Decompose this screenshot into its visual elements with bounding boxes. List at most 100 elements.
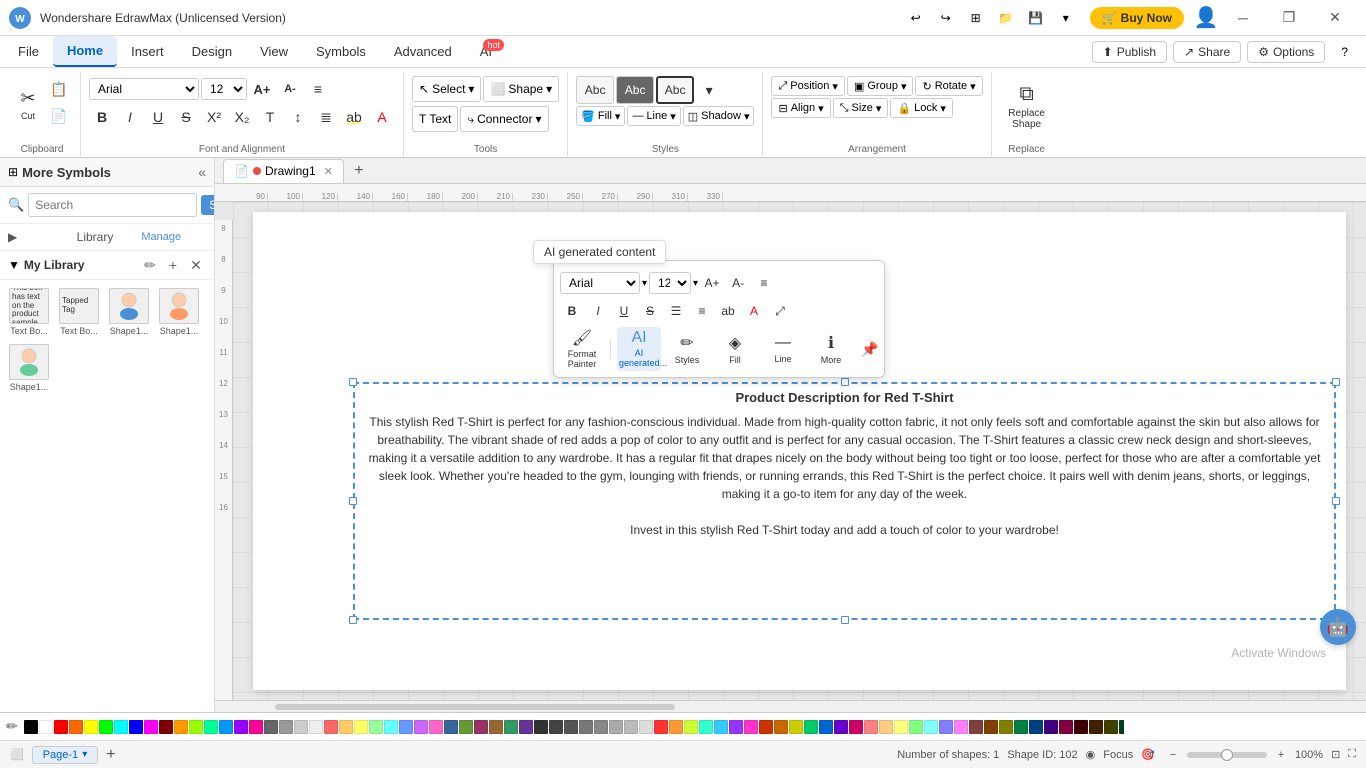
resize-handle-mr[interactable]: [1332, 497, 1340, 505]
color-swatch[interactable]: [1074, 720, 1088, 734]
color-swatch[interactable]: [189, 720, 203, 734]
color-swatch[interactable]: [369, 720, 383, 734]
buy-now-button[interactable]: 🛒 Buy Now: [1090, 7, 1184, 29]
ft-color-btn[interactable]: A: [742, 299, 766, 323]
page-tab-dropdown[interactable]: ▾: [82, 749, 87, 760]
color-swatch[interactable]: [549, 720, 563, 734]
ft-highlight-btn[interactable]: ab: [716, 299, 740, 323]
color-swatch[interactable]: [564, 720, 578, 734]
color-swatch[interactable]: [774, 720, 788, 734]
manage-link[interactable]: Manage: [141, 231, 206, 243]
color-swatch[interactable]: [984, 720, 998, 734]
color-swatch[interactable]: [939, 720, 953, 734]
resize-handle-ml[interactable]: [349, 497, 357, 505]
color-swatch[interactable]: [399, 720, 413, 734]
color-swatch[interactable]: [54, 720, 68, 734]
styles-expand-btn[interactable]: ▾: [696, 77, 722, 103]
shadow-dropdown[interactable]: ◫ Shadow ▾: [683, 106, 755, 126]
list-item[interactable]: This box has text on the product sample …: [6, 286, 52, 338]
new-btn[interactable]: ⊞: [962, 4, 990, 32]
ft-styles-btn[interactable]: ✏ Styles: [665, 327, 709, 371]
redo-btn[interactable]: ↪: [932, 4, 960, 32]
select-dropdown[interactable]: ↖ Select ▾: [412, 76, 481, 102]
close-button[interactable]: ✕: [1312, 2, 1358, 34]
color-swatch[interactable]: [264, 720, 278, 734]
share-button[interactable]: ↗ Share: [1173, 41, 1241, 63]
menu-advanced[interactable]: Advanced: [380, 36, 466, 67]
color-swatch[interactable]: [594, 720, 608, 734]
rotate-dropdown[interactable]: ↻ Rotate ▾: [915, 76, 982, 96]
style-chip-2[interactable]: Abc: [616, 76, 654, 104]
canvas-textbox-container[interactable]: Product Description for Red T-Shirt This…: [353, 382, 1336, 620]
copy-button[interactable]: 📄: [46, 103, 72, 129]
color-swatch[interactable]: [954, 720, 968, 734]
my-library-close-btn[interactable]: ✕: [186, 255, 206, 275]
color-swatch[interactable]: [729, 720, 743, 734]
ft-more-btn[interactable]: ℹ More: [809, 327, 853, 371]
color-swatch[interactable]: [519, 720, 533, 734]
search-button[interactable]: Search: [201, 195, 215, 215]
color-swatch[interactable]: [294, 720, 308, 734]
resize-handle-bc[interactable]: [841, 616, 849, 624]
color-swatch[interactable]: [249, 720, 263, 734]
font-family-select[interactable]: Arial: [89, 78, 199, 100]
line-spacing-btn[interactable]: ↕: [285, 104, 311, 130]
connector-dropdown[interactable]: ⤷ Connector ▾: [460, 106, 548, 132]
style-chip-3[interactable]: Abc: [656, 76, 694, 104]
color-swatch[interactable]: [789, 720, 803, 734]
ft-bullets-btn[interactable]: ☰: [664, 299, 688, 323]
color-swatch[interactable]: [279, 720, 293, 734]
list-item[interactable]: Shape1...: [6, 342, 52, 394]
canvas-page[interactable]: AI generated content Arial ▾ 12: [253, 212, 1346, 690]
color-swatch[interactable]: [819, 720, 833, 734]
tab-close-icon[interactable]: ✕: [324, 165, 333, 178]
color-swatch[interactable]: [429, 720, 443, 734]
color-swatch[interactable]: [144, 720, 158, 734]
italic-btn[interactable]: I: [117, 104, 143, 130]
paste-button[interactable]: 📋: [46, 76, 72, 102]
menu-ai[interactable]: AI hot: [466, 36, 506, 67]
text-btn[interactable]: T Text: [412, 106, 458, 132]
underline-btn[interactable]: U: [145, 104, 171, 130]
superscript-btn[interactable]: X²: [201, 104, 227, 130]
align-dropdown[interactable]: ⊟ Align ▾: [771, 98, 830, 118]
page-tab-1[interactable]: Page-1 ▾: [32, 746, 99, 764]
ft-pin-icon[interactable]: 📌: [861, 341, 878, 358]
menu-view[interactable]: View: [246, 36, 302, 67]
ft-format-painter-btn[interactable]: 🖌 Format Painter: [560, 327, 604, 371]
menu-home[interactable]: Home: [53, 36, 117, 67]
fill-dropdown[interactable]: 🪣 Fill ▾: [576, 106, 625, 126]
restore-button[interactable]: ❐: [1266, 2, 1312, 34]
color-swatch[interactable]: [114, 720, 128, 734]
menu-file[interactable]: File: [4, 36, 53, 67]
color-swatch[interactable]: [579, 720, 593, 734]
color-swatch[interactable]: [654, 720, 668, 734]
color-picker-icon[interactable]: ✏: [6, 718, 18, 735]
ft-align-btn[interactable]: ≡: [752, 271, 776, 295]
ft-bold-btn[interactable]: B: [560, 299, 584, 323]
color-swatch[interactable]: [474, 720, 488, 734]
canvas-scroll[interactable]: 8 8 9 10 11 12 13 14 15 16: [215, 202, 1366, 700]
replace-shape-button[interactable]: ⧉ Replace Shape: [1000, 76, 1054, 136]
zoom-slider-thumb[interactable]: [1221, 749, 1233, 761]
decrease-font-btn[interactable]: A-: [277, 76, 303, 102]
color-swatch[interactable]: [204, 720, 218, 734]
ft-italic-btn[interactable]: I: [586, 299, 610, 323]
lock-dropdown[interactable]: 🔒 Lock ▾: [890, 98, 952, 118]
resize-handle-tc[interactable]: [841, 378, 849, 386]
color-swatch[interactable]: [699, 720, 713, 734]
line-dropdown[interactable]: — Line ▾: [627, 106, 680, 126]
help-button[interactable]: ?: [1331, 42, 1358, 62]
color-swatch[interactable]: [24, 720, 38, 734]
my-library-add-btn[interactable]: +: [163, 255, 183, 275]
more-quick-btn[interactable]: ▾: [1052, 4, 1080, 32]
color-swatch[interactable]: [459, 720, 473, 734]
color-swatch[interactable]: [219, 720, 233, 734]
fit-page-btn[interactable]: ⊡: [1331, 748, 1340, 761]
color-swatch[interactable]: [504, 720, 518, 734]
scrollbar-thumb[interactable]: [275, 704, 675, 710]
color-swatch[interactable]: [1089, 720, 1103, 734]
color-swatch[interactable]: [84, 720, 98, 734]
bold-btn[interactable]: B: [89, 104, 115, 130]
menu-design[interactable]: Design: [178, 36, 246, 67]
